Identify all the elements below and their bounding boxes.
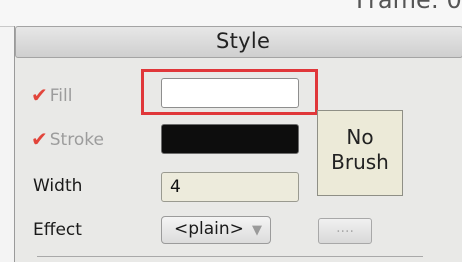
effect-label: Effect <box>33 220 82 240</box>
no-brush-line2: Brush <box>331 150 389 174</box>
stroke-label: Stroke <box>49 130 104 150</box>
no-brush-button[interactable]: No Brush <box>317 110 403 196</box>
frame-strip: Frame: 0 <box>0 0 462 27</box>
chevron-down-icon: ▼ <box>252 223 262 238</box>
style-panel-title: Style <box>216 29 271 53</box>
stroke-checkmark-icon[interactable]: ✔ <box>31 127 48 151</box>
fill-label: Fill <box>49 86 73 106</box>
stroke-color-swatch[interactable] <box>161 124 299 154</box>
frame-label: Frame: 0 <box>356 0 462 14</box>
panel-divider <box>37 256 423 257</box>
no-brush-line1: No <box>346 125 374 149</box>
fill-toggle[interactable]: ✔ Fill <box>31 82 73 107</box>
effect-more-button[interactable]: .... <box>318 218 372 244</box>
effect-select-value: <plain> <box>174 219 244 239</box>
style-panel-window: Frame: 0 Style ✔ Fill ✔ Stroke No Brush Wi… <box>0 0 462 262</box>
fill-color-swatch[interactable] <box>161 78 299 108</box>
style-panel: Style ✔ Fill ✔ Stroke No Brush Width 4 Eff… <box>14 26 462 262</box>
effect-select[interactable]: <plain> ▼ <box>161 216 271 244</box>
style-panel-header[interactable]: Style <box>15 26 462 58</box>
fill-checkmark-icon[interactable]: ✔ <box>31 83 48 107</box>
width-label: Width <box>33 176 83 196</box>
width-input[interactable]: 4 <box>161 172 299 202</box>
stroke-toggle[interactable]: ✔ Stroke <box>31 126 104 151</box>
